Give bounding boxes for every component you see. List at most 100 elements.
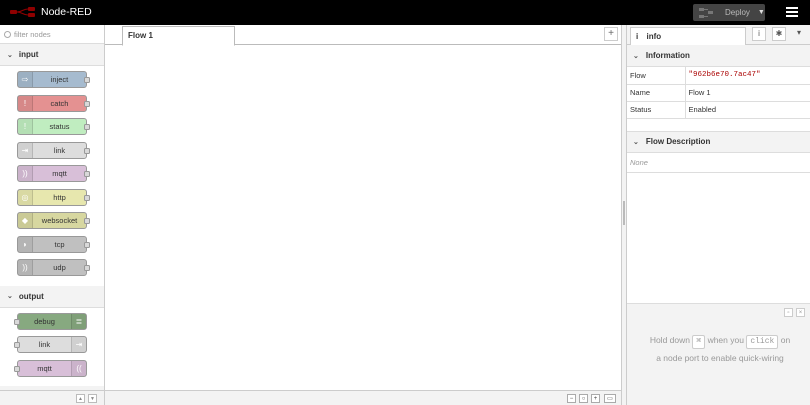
tab-info[interactable]: i info [630,27,746,45]
bridge-icon: )) [18,166,33,181]
deploy-label: Deploy [725,8,750,17]
output-port[interactable] [84,265,90,271]
link-icon: ⇥ [71,337,86,352]
info-icon: i [636,32,639,41]
navigator-icon[interactable]: ▭ [604,394,616,403]
input-port[interactable] [14,365,20,372]
splitter-grip[interactable] [623,201,625,225]
info-key: Flow [627,67,686,85]
output-port[interactable] [84,218,90,224]
tip-part: a node port to enable quick-wiring [656,353,784,363]
close-icon[interactable]: × [796,308,805,317]
bridge-icon: (( [71,360,86,376]
info-tab-button[interactable]: i [752,27,766,41]
palette-node-debug[interactable]: debug ≣ [14,312,87,330]
input-port[interactable] [14,318,20,325]
bridge-icon: )) [18,260,33,275]
palette-node-tcp-in[interactable]: ◗ tcp [17,235,90,253]
add-flow-button[interactable]: + [604,27,618,41]
chevron-down-icon: ⌄ [7,51,13,59]
app-logo: Node-RED [10,6,92,18]
output-port[interactable] [84,241,90,248]
key-click: click [746,335,779,349]
table-row: Flow "962b6e70.7ac47" [627,67,810,85]
palette-category-input[interactable]: ⌄ input [0,44,104,66]
palette-node-catch[interactable]: ! catch [17,94,90,112]
expand-all-icon[interactable]: ▼ [88,394,97,403]
palette-node-mqtt-out[interactable]: mqtt (( [14,359,87,377]
palette-node-inject[interactable]: ⇨ inject [17,71,90,88]
filter-placeholder: filter nodes [14,29,51,39]
chevron-down-icon: ⌄ [633,138,639,146]
palette-node-http-in[interactable]: ◎ http [17,188,90,206]
zoom-out-icon[interactable]: − [567,394,576,403]
output-port[interactable] [84,171,90,177]
node-label: tcp [54,239,65,249]
tip-part: when you [707,335,744,345]
chevron-down-icon: ⌄ [7,293,13,300]
next-tip-icon[interactable]: ▫ [784,308,793,317]
node-red-logo-icon [10,7,35,17]
output-port[interactable] [84,124,90,130]
palette-category-output[interactable]: ⌄ output [0,285,104,308]
node-label: http [53,192,66,202]
output-port[interactable] [84,194,90,201]
sidebar: i info i ✱ ▾ ⌄ Information Flow "962b6e7… [627,25,810,405]
palette-node-udp-in[interactable]: )) udp [17,259,90,276]
output-port[interactable] [84,77,90,83]
zoom-in-icon[interactable]: + [591,394,600,403]
deploy-icon [699,7,713,18]
node-label: inject [50,75,69,84]
node-label: mqtt [37,363,52,373]
sidebar-dropdown-icon[interactable]: ▾ [792,27,806,41]
info-table: Flow "962b6e70.7ac47" Name Flow 1 Status… [627,67,810,119]
input-port[interactable] [14,342,20,348]
category-label: output [18,291,44,301]
info-value: "962b6e70.7ac47" [685,67,810,85]
filter-nodes-input[interactable]: filter nodes [0,25,104,44]
tab-info-label: info [646,32,662,41]
tip-part: on [780,335,791,345]
sidebar-tabs: i info i ✱ ▾ [627,25,810,45]
link-icon: ⇥ [18,142,33,158]
bug-icon[interactable]: ✱ [772,27,786,41]
table-row: Name Flow 1 [627,84,810,102]
key-cmd: ⌘ [692,335,706,349]
palette-node-link-out[interactable]: link ⇥ [14,336,87,353]
node-label: debug [34,316,55,326]
info-value: Enabled [685,101,810,119]
output-port[interactable] [84,100,90,107]
search-icon [4,30,11,38]
tip-part: Hold down [649,335,690,345]
flow-workspace[interactable]: Flow 1 + − ○ + ▭ [105,25,621,405]
palette-node-mqtt-in[interactable]: )) mqtt [17,165,90,182]
deploy-caret-icon[interactable]: ▼ [758,9,765,16]
node-label: websocket [41,216,78,225]
node-label: link [38,340,51,349]
bridge-icon: ◗ [18,236,33,252]
alert-icon: ! [18,95,33,111]
palette-node-websocket-in[interactable]: ◆ websocket [17,212,90,229]
globe-icon: ◎ [18,189,33,205]
menu-icon[interactable] [786,7,798,17]
tips-panel: ▫ × Hold down ⌘ when you click on a node… [627,303,810,405]
palette-node-link-in[interactable]: ⇥ link [17,141,90,159]
chevron-down-icon: ⌄ [633,52,639,60]
tab-flow-1[interactable]: Flow 1 [122,26,235,46]
section-title: Information [645,51,690,60]
flow-description-section-header[interactable]: ⌄ Flow Description [627,130,810,153]
collapse-all-icon[interactable]: ▲ [76,394,85,403]
node-label: udp [53,263,66,272]
zoom-reset-icon[interactable]: ○ [579,394,588,403]
info-key: Status [627,101,686,119]
information-section-header[interactable]: ⌄ Information [627,45,810,67]
list-icon: ≣ [71,313,86,329]
flow-description-value: None [627,153,810,173]
deploy-button[interactable]: Deploy ▼ [693,4,765,21]
output-port[interactable] [84,147,90,154]
plug-icon: ◆ [18,213,33,228]
alert-icon: ! [18,119,33,134]
palette-node-status[interactable]: ! status [17,118,90,135]
node-label: catch [50,98,69,108]
